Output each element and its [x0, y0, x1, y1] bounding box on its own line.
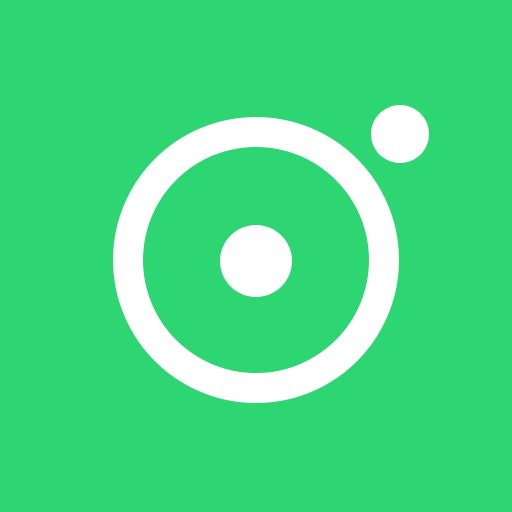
ring-camera-logo-icon: [0, 0, 512, 512]
app-icon: [0, 0, 512, 512]
accent-dot: [371, 105, 429, 163]
center-dot: [220, 225, 292, 297]
